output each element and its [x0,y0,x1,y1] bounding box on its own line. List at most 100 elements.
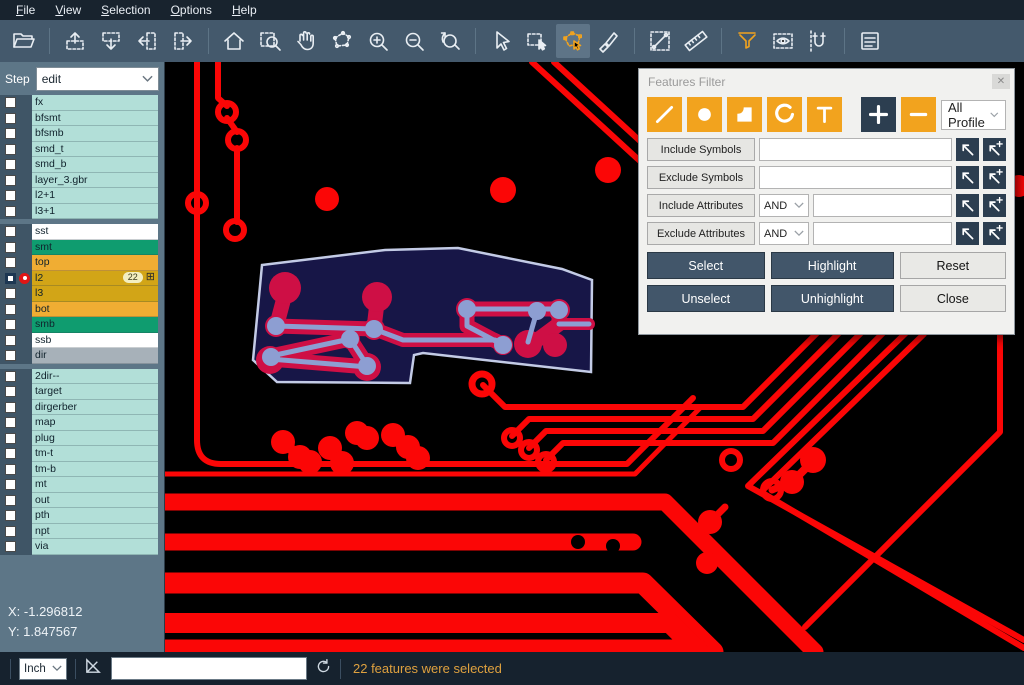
layer-checkbox-target[interactable] [5,386,16,397]
layer-name-l2+1[interactable]: l2+1 [32,188,158,204]
layer-name-smd_t[interactable]: smd_t [32,142,158,158]
exclude-attributes-pick-icon[interactable] [956,222,979,245]
include-symbols-pick-add-icon[interactable] [983,138,1006,161]
feature-type-text-button[interactable] [807,97,842,132]
reset-button[interactable]: Reset [900,252,1006,279]
pcb-canvas[interactable]: Features Filter ✕ All Profile Include Sy… [165,62,1024,652]
snap-magnet-icon[interactable] [802,24,836,58]
measure-line-icon[interactable] [643,24,677,58]
exclude-attributes-input[interactable] [813,222,952,245]
layer-checkbox-l2[interactable] [5,273,16,284]
pan-up-icon[interactable] [58,24,92,58]
polarity-negative-button[interactable] [901,97,936,132]
view-options-icon[interactable] [766,24,800,58]
pan-left-icon[interactable] [130,24,164,58]
layer-name-top[interactable]: top [32,255,158,271]
dialog-title-bar[interactable]: Features Filter ✕ [639,69,1014,94]
exclude-attributes-logic-select[interactable]: AND [759,222,809,245]
ruler-icon[interactable] [679,24,713,58]
include-attributes-pick-icon[interactable] [956,194,979,217]
exclude-symbols-input[interactable] [759,166,952,189]
layer-name-2dir--[interactable]: 2dir-- [32,369,158,385]
menu-selection[interactable]: Selection [91,0,160,20]
select-polygon-icon[interactable] [556,24,590,58]
pan-hand-icon[interactable] [289,24,323,58]
layer-checkbox-pth[interactable] [5,510,16,521]
layer-name-l2[interactable]: l222⊞ [32,271,158,287]
layer-checkbox-smd_b[interactable] [5,159,16,170]
layer-name-via[interactable]: via [32,539,158,555]
layer-checkbox-tm-t[interactable] [5,448,16,459]
select-button[interactable]: Select [647,252,765,279]
layer-checkbox-plug[interactable] [5,433,16,444]
select-rectangle-icon[interactable] [520,24,554,58]
exclude-symbols-pick-icon[interactable] [956,166,979,189]
layer-name-mt[interactable]: mt [32,477,158,493]
include-symbols-input[interactable] [759,138,952,161]
layer-checkbox-out[interactable] [5,495,16,506]
layer-checkbox-l3[interactable] [5,288,16,299]
unit-select[interactable]: Inch [19,658,67,680]
snap-angle-icon[interactable] [84,657,103,681]
layer-checkbox-tm-b[interactable] [5,464,16,475]
layer-name-ssb[interactable]: ssb [32,333,158,349]
layer-checkbox-2dir--[interactable] [5,371,16,382]
exclude-symbols-pick-add-icon[interactable] [983,166,1006,189]
feature-type-arc-button[interactable] [767,97,802,132]
layer-name-bot[interactable]: bot [32,302,158,318]
layer-name-l3[interactable]: l3 [32,286,158,302]
zoom-area-icon[interactable] [253,24,287,58]
close-button[interactable]: Close [900,285,1006,312]
clean-brush-icon[interactable] [592,24,626,58]
layer-name-sst[interactable]: sst [32,224,158,240]
layer-checkbox-mt[interactable] [5,479,16,490]
grid-icon[interactable]: ⊞ [146,272,155,283]
menu-help[interactable]: Help [222,0,267,20]
layer-checkbox-dirgerber[interactable] [5,402,16,413]
layer-checkbox-ssb[interactable] [5,335,16,346]
layer-checkbox-via[interactable] [5,541,16,552]
feature-type-pad-button[interactable] [687,97,722,132]
layer-name-tm-t[interactable]: tm-t [32,446,158,462]
select-cursor-icon[interactable] [484,24,518,58]
home-icon[interactable] [217,24,251,58]
include-attributes-button[interactable]: Include Attributes [647,194,755,217]
close-icon[interactable]: ✕ [992,74,1010,89]
layer-name-bfsmt[interactable]: bfsmt [32,111,158,127]
polarity-positive-button[interactable] [861,97,896,132]
open-folder-icon[interactable] [7,24,41,58]
layer-checkbox-npt[interactable] [5,526,16,537]
include-attributes-pick-add-icon[interactable] [983,194,1006,217]
layer-checkbox-bfsmb[interactable] [5,128,16,139]
highlight-button[interactable]: Highlight [771,252,894,279]
layer-checkbox-map[interactable] [5,417,16,428]
layer-checkbox-bfsmt[interactable] [5,113,16,124]
refresh-icon[interactable] [315,658,332,680]
layer-checkbox-smd_t[interactable] [5,144,16,155]
layer-name-pth[interactable]: pth [32,508,158,524]
layer-checkbox-dir[interactable] [5,350,16,361]
zoom-out-icon[interactable] [397,24,431,58]
exclude-attributes-button[interactable]: Exclude Attributes [647,222,755,245]
layer-name-smb[interactable]: smb [32,317,158,333]
layer-name-dirgerber[interactable]: dirgerber [32,400,158,416]
exclude-symbols-button[interactable]: Exclude Symbols [647,166,755,189]
layer-name-bfsmb[interactable]: bfsmb [32,126,158,142]
include-symbols-button[interactable]: Include Symbols [647,138,755,161]
feature-type-surface-button[interactable] [727,97,762,132]
layer-name-plug[interactable]: plug [32,431,158,447]
layer-name-smd_b[interactable]: smd_b [32,157,158,173]
pan-right-icon[interactable] [166,24,200,58]
menu-view[interactable]: View [45,0,91,20]
pan-down-icon[interactable] [94,24,128,58]
report-icon[interactable] [853,24,887,58]
layer-checkbox-l3+1[interactable] [5,206,16,217]
layer-name-npt[interactable]: npt [32,524,158,540]
unhighlight-button[interactable]: Unhighlight [771,285,894,312]
feature-type-line-button[interactable] [647,97,682,132]
menu-options[interactable]: Options [161,0,222,20]
features-filter-icon[interactable] [730,24,764,58]
zoom-polygon-icon[interactable] [325,24,359,58]
layer-name-smt[interactable]: smt [32,240,158,256]
layer-name-tm-b[interactable]: tm-b [32,462,158,478]
